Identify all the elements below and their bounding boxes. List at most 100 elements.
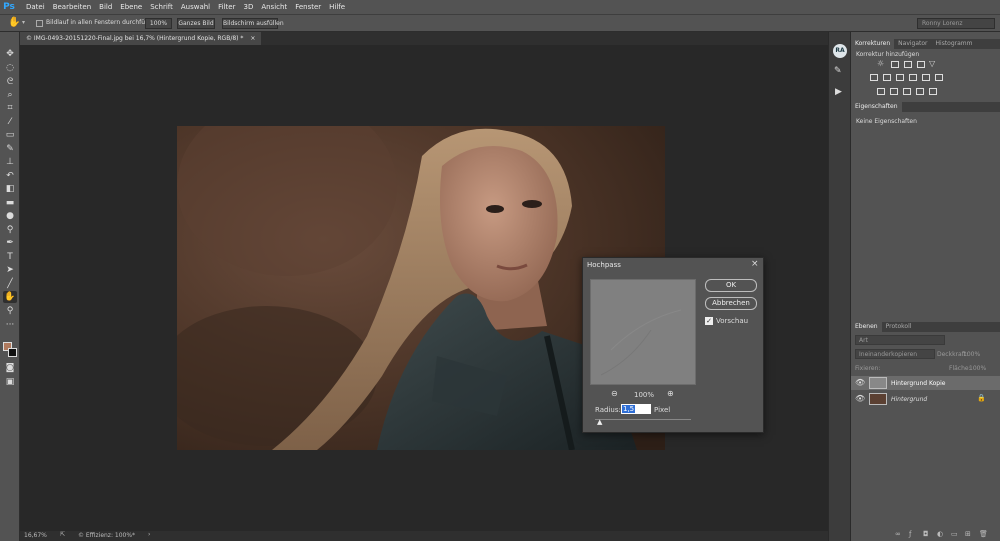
menu-bearbeiten[interactable]: Bearbeiten [53,3,91,11]
tab-navigator[interactable]: Navigator [894,39,931,49]
channel-mixer-icon[interactable] [922,74,930,81]
brush-tool-icon[interactable]: ✎ [3,143,17,155]
menu-bild[interactable]: Bild [99,3,112,11]
more-tools-icon[interactable]: ··· [3,319,17,331]
quick-mask-icon[interactable]: ◙ [3,362,17,374]
scroll-all-checkbox[interactable] [36,20,43,27]
vibrance-icon[interactable]: ▽ [929,59,935,68]
fit-screen-button[interactable]: Ganzes Bild [177,18,215,29]
fill-screen-button[interactable]: Bildschirm ausfüllen [222,18,284,29]
menu-schrift[interactable]: Schrift [150,3,173,11]
menu-datei[interactable]: Datei [26,3,45,11]
user-account-field[interactable]: Ronny Lorenz [917,18,995,29]
photo-filter-icon[interactable] [909,74,917,81]
close-dialog-icon[interactable]: × [751,259,759,269]
move-tool-icon[interactable]: ✥ [3,48,17,60]
brightness-icon[interactable]: ☼ [877,59,884,68]
radius-slider-track[interactable] [595,419,691,420]
line-tool-icon[interactable]: ╱ [3,278,17,290]
visibility-eye-icon[interactable]: 👁 [855,378,865,387]
eraser-tool-icon[interactable]: ◧ [3,183,17,195]
layer-style-icon[interactable]: ƒ [909,530,911,538]
adjustment-layer-icon[interactable]: ◐ [937,530,943,538]
radius-input[interactable]: 1,5 [621,404,651,414]
export-icon[interactable]: ⇱ [60,531,65,538]
pen-tool-icon[interactable]: ✒ [3,237,17,249]
levels-icon[interactable] [891,61,899,68]
hand-tool-icon[interactable]: ✋ [3,291,17,303]
invert-icon[interactable] [877,88,885,95]
zoom-in-icon[interactable]: ⊕ [667,389,674,398]
menu-ansicht[interactable]: Ansicht [261,3,287,11]
close-tab-icon[interactable]: × [250,35,255,42]
hue-saturation-icon[interactable] [870,74,878,81]
layer-row-hintergrund[interactable]: 👁 Hintergrund 🔒 [851,392,1000,406]
layer-row-hintergrund-kopie[interactable]: 👁 Hintergrund Kopie [851,376,1000,390]
status-menu-arrow-icon[interactable]: › [148,531,150,538]
layer-name[interactable]: Hintergrund [891,396,927,403]
dodge-tool-icon[interactable]: ⚲ [3,224,17,236]
cancel-button[interactable]: Abbrechen [705,297,757,310]
screen-mode-icon[interactable]: ▣ [3,376,17,388]
menu-3d[interactable]: 3D [243,3,253,11]
menu-ebene[interactable]: Ebene [120,3,142,11]
quick-selection-tool-icon[interactable]: ⌕ [3,89,17,101]
zoom-tool-icon[interactable]: ⚲ [3,305,17,317]
zoom-100-button[interactable]: 100% [145,18,172,29]
radius-slider-handle[interactable]: ▲ [597,418,602,426]
hand-tool-icon[interactable]: ✋ [8,17,20,28]
tab-korrekturen[interactable]: Korrekturen [851,39,895,49]
tool-preset-chevron-icon[interactable]: ▾ [22,19,25,26]
ra-plugin-badge[interactable]: RA [833,44,847,58]
crop-tool-icon[interactable]: ⌗ [3,102,17,114]
blur-tool-icon[interactable]: ● [3,210,17,222]
selective-color-icon[interactable] [929,88,937,95]
add-mask-icon[interactable]: ◘ [923,530,929,538]
fill-value[interactable]: 100% [969,365,986,372]
posterize-icon[interactable] [890,88,898,95]
color-balance-icon[interactable] [883,74,891,81]
tab-eigenschaften[interactable]: Eigenschaften [851,102,902,112]
clone-stamp-tool-icon[interactable]: ⊥ [3,156,17,168]
tab-histogramm[interactable]: Histogramm [932,39,977,49]
healing-brush-tool-icon[interactable]: ▭ [3,129,17,141]
blend-mode-select[interactable]: Ineinanderkopieren [855,349,935,359]
eyedropper-tool-icon[interactable]: ⁄ [3,116,17,128]
menu-fenster[interactable]: Fenster [295,3,321,11]
marquee-tool-icon[interactable]: ◌ [3,62,17,74]
preview-checkbox[interactable]: ✓ [705,317,713,325]
options-bar: ✋ ▾ Bildlauf in allen Fenstern durchführ… [0,14,1000,32]
brush-presets-icon[interactable]: ✎ [834,66,842,76]
tab-ebenen[interactable]: Ebenen [851,322,882,332]
layer-filter-select[interactable]: Art [855,335,945,345]
history-brush-tool-icon[interactable]: ↶ [3,170,17,182]
background-color-swatch[interactable] [8,348,17,357]
layer-name[interactable]: Hintergrund Kopie [891,380,945,387]
filter-preview-area[interactable] [590,279,696,385]
play-actions-icon[interactable]: ▶ [835,87,842,97]
gradient-tool-icon[interactable]: ▬ [3,197,17,209]
opacity-value[interactable]: 100% [963,351,980,358]
lasso-tool-icon[interactable]: ᘓ [3,76,17,88]
black-white-icon[interactable] [896,74,904,81]
gradient-map-icon[interactable] [916,88,924,95]
color-lookup-icon[interactable] [935,74,943,81]
new-layer-icon[interactable]: ⊞ [965,530,971,538]
zoom-out-icon[interactable]: ⊖ [611,389,618,398]
path-selection-tool-icon[interactable]: ➤ [3,264,17,276]
new-group-icon[interactable]: ▭ [951,530,958,538]
menu-auswahl[interactable]: Auswahl [181,3,210,11]
exposure-icon[interactable] [917,61,925,68]
type-tool-icon[interactable]: T [3,251,17,263]
visibility-eye-icon[interactable]: 👁 [855,394,865,403]
zoom-level[interactable]: 16,67% [24,532,47,539]
menu-filter[interactable]: Filter [218,3,235,11]
link-layers-icon[interactable]: ∞ [895,530,901,538]
threshold-icon[interactable] [903,88,911,95]
curves-icon[interactable] [904,61,912,68]
ok-button[interactable]: OK [705,279,757,292]
delete-layer-icon[interactable]: 🗑 [979,530,988,538]
menu-hilfe[interactable]: Hilfe [329,3,345,11]
document-tab[interactable]: © IMG-0493-20151220-Final.jpg bei 16,7% … [20,32,262,45]
tab-protokoll[interactable]: Protokoll [882,322,916,332]
